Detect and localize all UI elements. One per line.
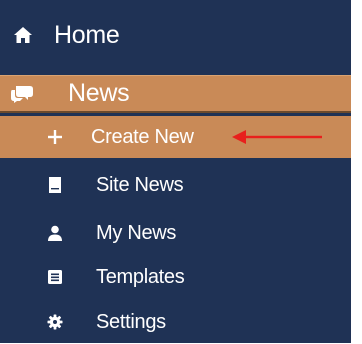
list-icon [46,268,64,286]
menu-item-templates-label: Templates [96,265,185,288]
menu-item-my-news[interactable]: My News [0,211,351,255]
plus-icon [46,128,64,146]
sidebar-panel: Home News Create New Site News My News T… [0,0,351,343]
home-icon [12,24,34,46]
menu-item-templates[interactable]: Templates [0,255,351,299]
menu-item-site-news[interactable]: Site News [0,163,351,207]
chat-bubbles-icon [10,84,34,104]
arrow-annotation-icon [232,130,322,144]
menu-item-news-label: News [68,79,130,107]
menu-item-create-new-label: Create New [91,125,194,148]
menu-item-settings-label: Settings [96,310,166,333]
user-icon [46,224,64,242]
sidebar-menu: Home News Create New Site News My News T… [0,0,362,343]
menu-item-settings[interactable]: Settings [0,300,351,344]
menu-item-home-label: Home [54,20,120,49]
menu-item-my-news-label: My News [96,221,177,244]
document-icon [46,176,64,194]
menu-item-site-news-label: Site News [96,173,184,196]
menu-item-home[interactable]: Home [0,12,351,58]
gear-icon [46,313,64,331]
menu-item-news[interactable]: News [0,75,351,113]
